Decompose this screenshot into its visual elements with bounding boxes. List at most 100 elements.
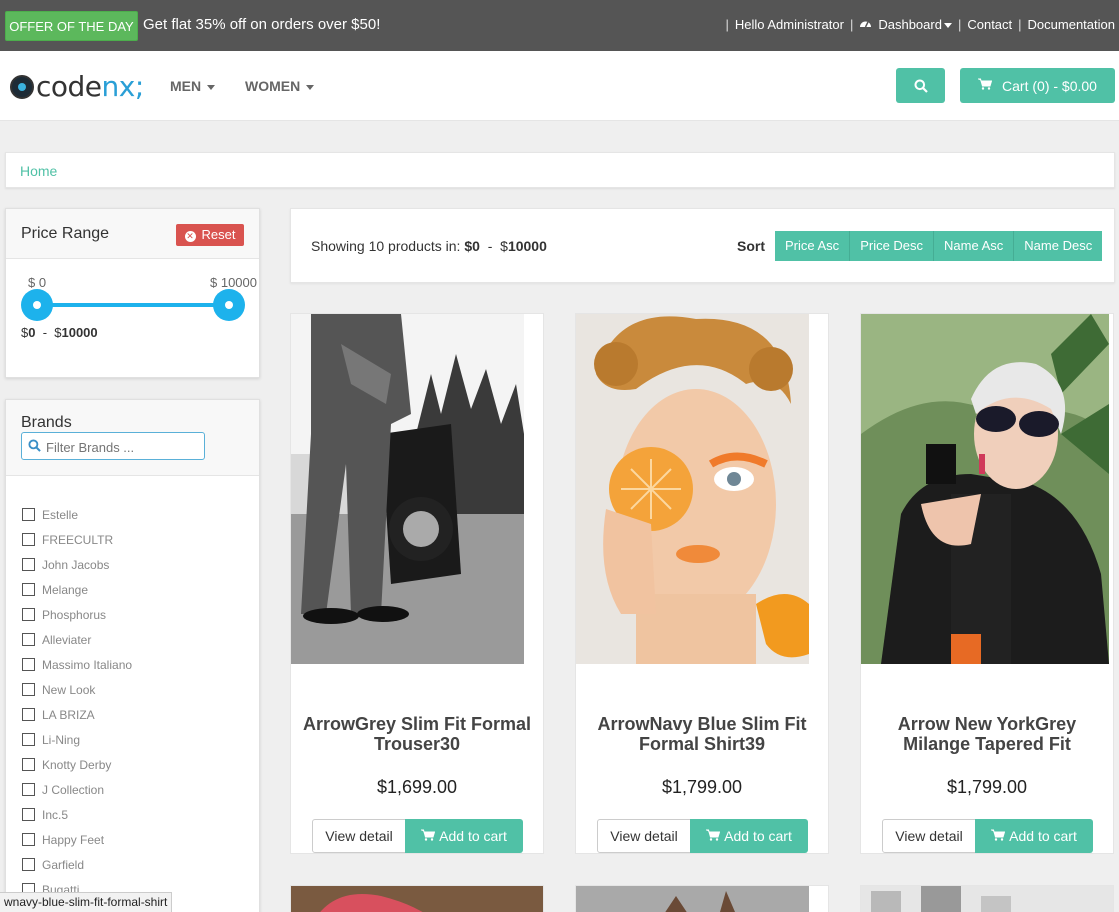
checkbox[interactable] [22, 833, 35, 846]
logo[interactable]: codenx; [10, 70, 144, 103]
product-image[interactable] [861, 314, 1109, 664]
checkbox[interactable] [22, 783, 35, 796]
site-header: codenx; MEN WOMEN Cart (0) - $0.00 [0, 51, 1119, 121]
brand-checkbox-item[interactable]: New Look [22, 677, 132, 702]
brand-label: Garfield [42, 857, 85, 872]
chevron-down-icon [207, 84, 216, 90]
brand-checkbox-item[interactable]: Garfield [22, 852, 132, 877]
dashboard-icon [859, 18, 872, 32]
checkbox[interactable] [22, 708, 35, 721]
separator: | [957, 17, 962, 32]
nav-men[interactable]: MEN [170, 78, 216, 94]
brand-filter-field[interactable] [21, 432, 205, 460]
product-price: $1,799.00 [946, 777, 1028, 797]
contact-link[interactable]: Contact [967, 17, 1012, 32]
dashboard-menu[interactable]: Dashboard [859, 17, 952, 32]
view-detail-button[interactable]: View detail [597, 819, 691, 853]
price-range-value: $0 - $10000 [21, 325, 98, 340]
brand-label: Inc.5 [42, 807, 69, 822]
top-bar: OFFER OF THE DAY Get flat 35% off on ord… [0, 0, 1119, 51]
cart-icon [991, 828, 1006, 844]
cart-button[interactable]: Cart (0) - $0.00 [960, 68, 1115, 103]
product-image[interactable] [291, 314, 524, 664]
brand-checkbox-item[interactable]: Happy Feet [22, 827, 132, 852]
checkbox[interactable] [22, 758, 35, 771]
brand-checkbox-item[interactable]: FREECULTR [22, 527, 132, 552]
add-to-cart-button[interactable]: Add to cart [975, 819, 1093, 853]
price-range-panel: Price Range ✕ Reset $ 0 $ 10000 $0 - $100… [5, 208, 260, 378]
add-to-cart-button[interactable]: Add to cart [405, 819, 523, 853]
chevron-down-icon [306, 84, 315, 90]
brand-checkbox-item[interactable]: Estelle [22, 502, 132, 527]
checkbox[interactable] [22, 608, 35, 621]
price-slider-track[interactable] [37, 303, 229, 307]
checkbox[interactable] [22, 658, 35, 671]
status-bar-url: wnavy-blue-slim-fit-formal-shirt [0, 892, 173, 912]
brand-checkbox-item[interactable]: Inc.5 [22, 802, 132, 827]
breadcrumb-home[interactable]: Home [20, 163, 57, 179]
brand-checkbox-item[interactable]: LA BRIZA [22, 702, 132, 727]
brands-title: Brands [21, 414, 72, 431]
search-icon [914, 79, 928, 93]
brand-checkbox-item[interactable]: John Jacobs [22, 552, 132, 577]
checkbox[interactable] [22, 558, 35, 571]
product-title[interactable]: ArrowNavy Blue Slim Fit Formal Shirt39 [582, 714, 822, 754]
checkbox[interactable] [22, 633, 35, 646]
cart-icon [706, 828, 721, 844]
reset-button[interactable]: ✕ Reset [176, 224, 244, 246]
sort-label: Sort [737, 238, 765, 254]
checkbox[interactable] [22, 533, 35, 546]
offer-text: Get flat 35% off on orders over $50! [143, 16, 381, 33]
price-range-header: Price Range ✕ Reset [6, 209, 259, 259]
checkbox[interactable] [22, 508, 35, 521]
brand-checkbox-item[interactable]: Massimo Italiano [22, 652, 132, 677]
add-to-cart-button[interactable]: Add to cart [690, 819, 808, 853]
sort-options: Price Asc Price Desc Name Asc Name Desc [775, 231, 1103, 261]
sort-price-asc-button[interactable]: Price Asc [775, 231, 851, 261]
checkbox[interactable] [22, 683, 35, 696]
showing-text: Showing 10 products in: $0 - $10000 [311, 238, 547, 254]
brand-checkbox-item[interactable]: Phosphorus [22, 602, 132, 627]
brand-label: John Jacobs [42, 557, 110, 572]
brand-label: Li-Ning [42, 732, 81, 747]
search-button[interactable] [896, 68, 945, 103]
product-price: $1,799.00 [661, 777, 743, 797]
brand-label: New Look [42, 682, 96, 697]
sort-name-asc-button[interactable]: Name Asc [934, 231, 1015, 261]
cart-icon [421, 828, 436, 844]
view-detail-button[interactable]: View detail [882, 819, 976, 853]
sort-bar: Showing 10 products in: $0 - $10000 Sort… [290, 208, 1115, 283]
top-links: | Hello Administrator | Dashboard | Cont… [719, 17, 1115, 32]
product-image[interactable] [576, 314, 809, 664]
checkbox[interactable] [22, 858, 35, 871]
range-max-label: $ 10000 [210, 275, 257, 290]
brand-list: Estelle FREECULTR John Jacobs Melange Phosph… [22, 502, 132, 902]
brand-checkbox-item[interactable]: J Collection [22, 777, 132, 802]
product-card: Arrow New YorkGrey Milange Tapered Fit $… [860, 313, 1114, 854]
hello-user-link[interactable]: Hello Administrator [735, 17, 844, 32]
sort-name-desc-button[interactable]: Name Desc [1014, 231, 1103, 261]
brand-checkbox-item[interactable]: Alleviater [22, 627, 132, 652]
product-card [575, 885, 829, 912]
product-card [290, 885, 544, 912]
product-title[interactable]: ArrowGrey Slim Fit Formal Trouser30 [297, 714, 537, 754]
price-slider-min-handle[interactable] [21, 289, 53, 321]
checkbox[interactable] [22, 583, 35, 596]
nav-women[interactable]: WOMEN [245, 78, 315, 94]
cart-icon [978, 78, 993, 93]
brand-checkbox-item[interactable]: Melange [22, 577, 132, 602]
brand-checkbox-item[interactable]: Li-Ning [22, 727, 132, 752]
sort-price-desc-button[interactable]: Price Desc [850, 231, 935, 261]
brand-checkbox-item[interactable]: Knotty Derby [22, 752, 132, 777]
price-slider-max-handle[interactable] [213, 289, 245, 321]
main-nav: MEN WOMEN [170, 78, 315, 94]
brand-label: Phosphorus [42, 607, 107, 622]
documentation-link[interactable]: Documentation [1028, 17, 1115, 32]
product-title[interactable]: Arrow New YorkGrey Milange Tapered Fit [867, 714, 1107, 754]
brands-panel: Brands Estelle FREECULTR John Jacobs Melang… [5, 399, 260, 912]
chevron-down-icon [943, 23, 952, 29]
checkbox[interactable] [22, 733, 35, 746]
view-detail-button[interactable]: View detail [312, 819, 406, 853]
brand-filter-input[interactable] [46, 437, 201, 457]
checkbox[interactable] [22, 808, 35, 821]
